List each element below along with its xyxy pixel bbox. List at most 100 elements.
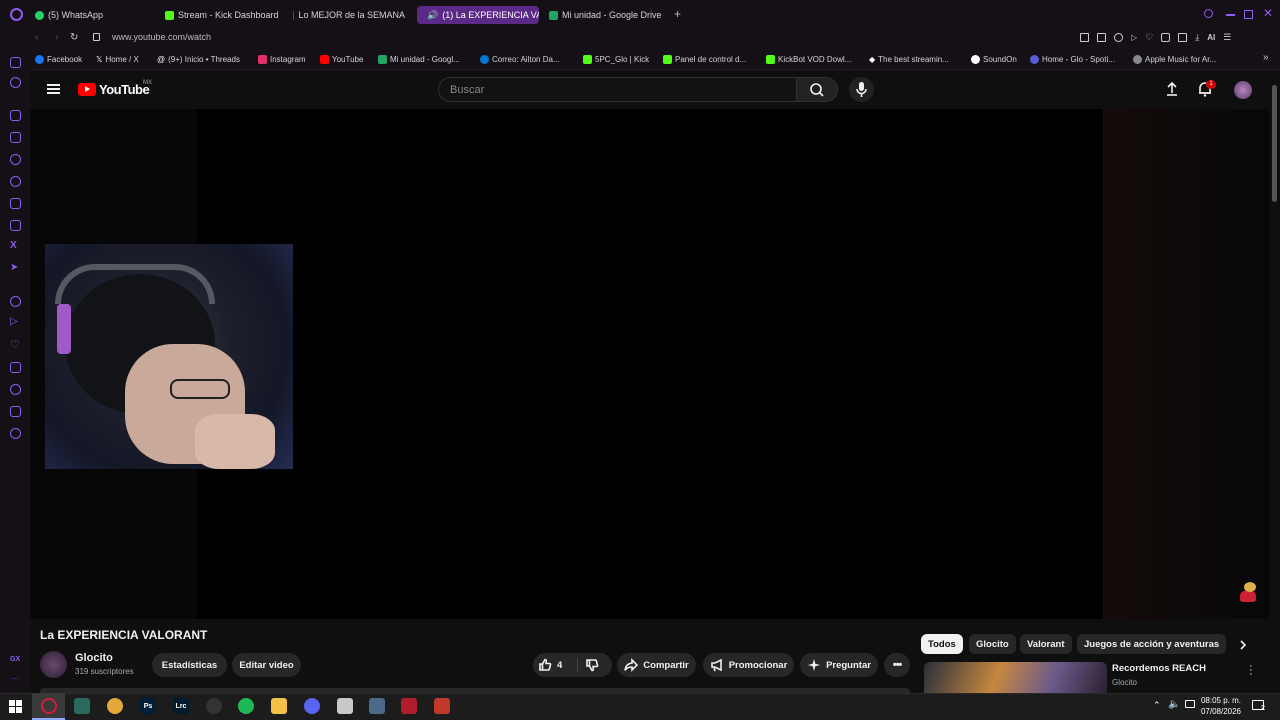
opera-menu-icon[interactable]: [10, 8, 23, 21]
messenger-sidebar-icon[interactable]: [10, 132, 21, 143]
bookmark-apple-music[interactable]: Apple Music for Ar...: [1133, 53, 1216, 65]
kebab-menu-icon[interactable]: · · ·: [1249, 661, 1253, 680]
edit-video-button[interactable]: Editar video: [232, 653, 301, 677]
chrome-app[interactable]: [107, 698, 123, 714]
chip-todos[interactable]: Todos: [921, 634, 963, 654]
bookmark-soundon[interactable]: SoundOn: [971, 53, 1017, 65]
clock-icon[interactable]: [10, 384, 21, 395]
tab-experiencia-valorant[interactable]: 🔊 (1) La EXPERIENCIA VA: [417, 6, 539, 24]
snapshot-icon[interactable]: [1080, 33, 1089, 42]
bookmark-drive[interactable]: Mi unidad - Googl...: [378, 53, 460, 65]
bookmark-kick[interactable]: 5PC_Glo | Kick: [583, 53, 649, 65]
share-button[interactable]: Compartir: [617, 653, 696, 677]
more-sidebar-icon[interactable]: ···: [11, 674, 19, 683]
extensions-sidebar-icon[interactable]: [10, 406, 21, 417]
settings-icon[interactable]: [10, 428, 21, 439]
play-sidebar-icon[interactable]: ▷: [10, 316, 18, 327]
download-icon[interactable]: ⤓: [1195, 33, 1199, 42]
photoshop-app[interactable]: Ps: [140, 698, 156, 714]
bookmark-streaming[interactable]: ◆ The best streamin...: [869, 53, 949, 65]
bookmark-facebook[interactable]: Facebook: [35, 53, 82, 65]
recommended-title[interactable]: Recordemos REACH: [1112, 663, 1206, 674]
new-tab-icon[interactable]: +: [674, 7, 681, 21]
ai-icon[interactable]: AI: [1207, 33, 1215, 42]
speaker-icon[interactable]: 🔊: [427, 10, 438, 21]
messenger-icon[interactable]: [10, 154, 21, 165]
minimize-icon[interactable]: [1226, 14, 1235, 16]
discord-sidebar-icon[interactable]: [10, 198, 21, 209]
chip-valorant[interactable]: Valorant: [1020, 634, 1072, 654]
network-icon[interactable]: [1185, 700, 1195, 708]
obs-app[interactable]: [206, 698, 222, 714]
tab-google-drive[interactable]: Mi unidad - Google Drive: [549, 6, 669, 24]
image-app[interactable]: [74, 698, 90, 714]
back-icon[interactable]: ‹: [35, 32, 38, 43]
like-button[interactable]: 4: [538, 656, 576, 674]
youtube-logo[interactable]: YouTube: [78, 82, 150, 97]
twitch-icon[interactable]: [10, 110, 21, 121]
windows-start-icon[interactable]: [9, 700, 22, 713]
lightroom-app[interactable]: Lrc: [173, 698, 189, 714]
chip-juegos-accion[interactable]: Juegos de acción y aventuras: [1077, 634, 1227, 654]
tab-whatsapp[interactable]: (5) WhatsApp: [35, 6, 155, 24]
tray-overflow-icon[interactable]: ⌃: [1153, 700, 1161, 711]
heart-sidebar-icon[interactable]: ♡: [10, 338, 20, 351]
reload-icon[interactable]: ↻: [70, 32, 78, 43]
game-app[interactable]: [434, 698, 450, 714]
player-icon[interactable]: [10, 296, 21, 307]
extensions-icon[interactable]: [1161, 33, 1171, 42]
block-icon[interactable]: [1114, 33, 1123, 42]
clock-date[interactable]: 07/08/2026: [1198, 707, 1244, 716]
calculator-app[interactable]: [369, 698, 385, 714]
share-page-icon[interactable]: [1178, 33, 1188, 42]
history-icon[interactable]: [10, 77, 21, 88]
gx-icon[interactable]: GX: [10, 656, 20, 663]
pinboard-icon[interactable]: [10, 362, 21, 373]
url-field[interactable]: www.youtube.com/watch: [112, 32, 211, 42]
tab-kick-dashboard[interactable]: Stream - Kick Dashboard: [165, 6, 285, 24]
more-actions-button[interactable]: •••: [884, 653, 910, 677]
stats-button[interactable]: Estadísticas: [152, 653, 227, 677]
aria-icon[interactable]: [10, 57, 21, 68]
spotify-app[interactable]: [238, 698, 254, 714]
tab-lo-mejor[interactable]: Lo MEJOR de la SEMANA: [293, 6, 405, 24]
bookmark-outlook[interactable]: Correo: Ailton Da...: [480, 53, 560, 65]
voice-search-button[interactable]: [849, 77, 874, 102]
account-avatar[interactable]: [1234, 81, 1252, 99]
search-tabs-icon[interactable]: [1204, 9, 1213, 18]
x-sidebar-icon[interactable]: X: [10, 240, 17, 251]
upload-icon[interactable]: [1163, 80, 1181, 98]
play-icon[interactable]: ▷: [1131, 33, 1137, 42]
clock-time[interactable]: 08:05 p. m.: [1198, 696, 1244, 705]
bookmark-spotify[interactable]: Home - Glo - Spoti...: [1030, 53, 1115, 65]
close-icon[interactable]: ✕: [1263, 6, 1273, 20]
channel-name[interactable]: Glocito: [75, 652, 113, 664]
forward-icon[interactable]: ›: [55, 32, 58, 43]
bookmark-kick-panel[interactable]: Panel de control d...: [663, 53, 746, 65]
instagram-sidebar-icon[interactable]: [10, 220, 21, 231]
recommended-thumbnail[interactable]: [924, 662, 1107, 693]
whatsapp-sidebar-icon[interactable]: [10, 176, 21, 187]
scrollbar-thumb[interactable]: [1272, 85, 1277, 202]
maximize-icon[interactable]: [1244, 10, 1253, 19]
easy-setup-icon[interactable]: ☰: [1223, 33, 1231, 42]
bookmark-kickbot[interactable]: KickBot VOD Dowl...: [766, 53, 851, 65]
bookmark-threads[interactable]: @ (9+) Inicio • Threads: [157, 53, 240, 65]
thumb-down-icon[interactable]: [585, 658, 599, 672]
bookmark-youtube[interactable]: YouTube: [320, 53, 363, 65]
voicemeeter-app[interactable]: [401, 698, 417, 714]
search-input[interactable]: Buscar: [438, 77, 796, 102]
chip-glocito[interactable]: Glocito: [969, 634, 1016, 654]
telegram-icon[interactable]: ➤: [10, 262, 18, 273]
bookmark-instagram[interactable]: Instagram: [258, 53, 306, 65]
heart-icon[interactable]: ♡: [1145, 33, 1153, 42]
tab-icon[interactable]: [1097, 33, 1106, 42]
explorer-app[interactable]: [271, 698, 287, 714]
discord-app[interactable]: [304, 698, 320, 714]
chevron-right-icon[interactable]: [1236, 638, 1250, 652]
bookmark-x[interactable]: 𝕏 Home / X: [96, 53, 139, 65]
promote-button[interactable]: Promocionar: [703, 653, 794, 677]
volume-icon[interactable]: 🔈: [1168, 699, 1180, 710]
whatsapp-app[interactable]: [337, 698, 353, 714]
bookmarks-overflow-icon[interactable]: »: [1263, 52, 1269, 63]
